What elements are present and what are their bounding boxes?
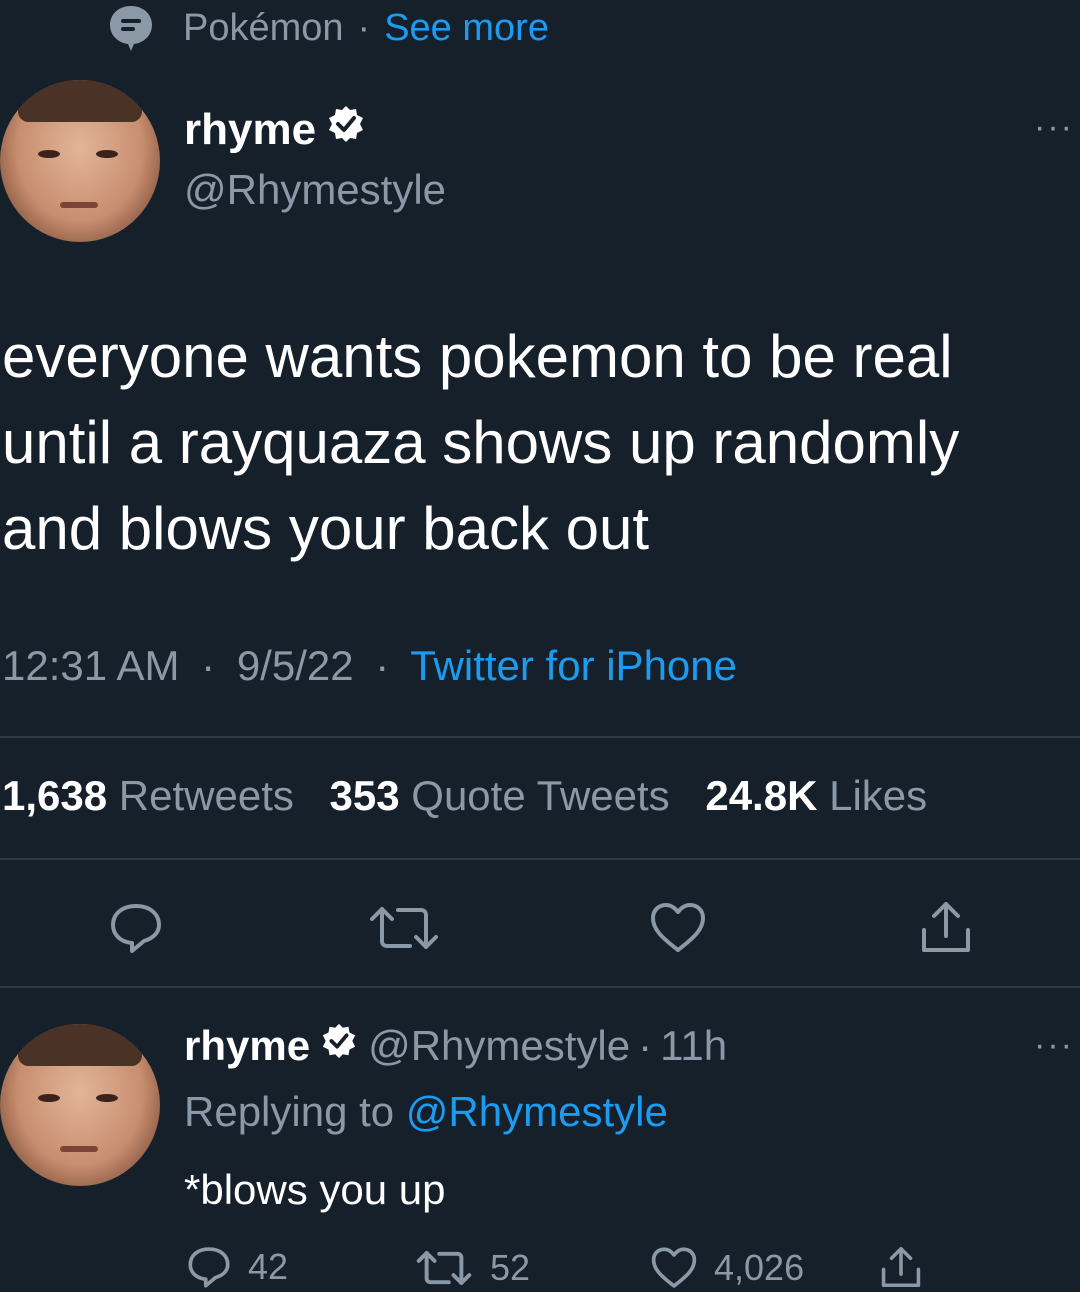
retweets-stat[interactable]: 1,638 Retweets <box>2 772 294 819</box>
replying-to: Replying to @Rhymestyle <box>184 1088 668 1136</box>
retweet-icon <box>370 907 438 949</box>
share-button[interactable] <box>914 896 978 958</box>
reply-avatar[interactable] <box>0 1024 160 1186</box>
topic-icon <box>108 4 154 52</box>
likes-count: 24.8K <box>705 772 818 819</box>
avatar[interactable] <box>0 80 160 242</box>
reply-separator: · <box>638 1022 653 1069</box>
author-display-name[interactable]: rhyme <box>184 105 316 155</box>
retweet-icon <box>416 1251 472 1285</box>
reply-age[interactable]: 11h <box>660 1022 727 1070</box>
engagement-stats: 1,638 Retweets 353 Quote Tweets 24.8K Li… <box>2 772 927 820</box>
tweet-text-line: until a rayquaza shows up randomly <box>2 409 960 476</box>
author-name-row: rhyme <box>184 104 366 155</box>
topic-separator: · <box>357 6 371 49</box>
divider <box>0 986 1080 988</box>
retweets-label: Retweets <box>118 772 294 819</box>
see-more-link[interactable]: See more <box>384 7 549 50</box>
like-button[interactable] <box>646 898 710 958</box>
likes-stat[interactable]: 24.8K Likes <box>705 772 927 819</box>
tweet-text-line: everyone wants pokemon to be real <box>2 323 953 390</box>
tweet-date[interactable]: 9/5/22 <box>237 642 354 689</box>
share-icon <box>881 1246 921 1287</box>
share-icon <box>922 902 970 952</box>
quote-tweets-stat[interactable]: 353 Quote Tweets <box>330 772 670 819</box>
reply-more-icon[interactable]: ··· <box>1034 1026 1074 1065</box>
reply-count: 42 <box>248 1246 289 1287</box>
reply-reply-button[interactable]: 42 <box>186 1242 288 1292</box>
meta-separator: · <box>375 642 390 689</box>
divider <box>0 736 1080 738</box>
quote-tweets-label: Quote Tweets <box>411 772 670 819</box>
reply-share-button[interactable] <box>876 1242 926 1291</box>
retweet-button[interactable] <box>364 898 444 958</box>
like-icon <box>651 1247 697 1288</box>
reply-author-row: rhyme @Rhymestyle · 11h <box>184 1022 727 1070</box>
reply-retweet-button[interactable]: 52 <box>414 1244 530 1292</box>
tweet-time[interactable]: 12:31 AM <box>2 642 179 689</box>
likes-label: Likes <box>829 772 928 819</box>
like-icon <box>651 903 705 952</box>
topic-row: Pokémon · See more <box>183 2 549 54</box>
verified-badge-icon <box>320 1022 358 1070</box>
divider <box>0 858 1080 860</box>
replying-to-label: Replying to <box>184 1088 395 1135</box>
tweet-text-line: and blows your back out <box>2 495 650 562</box>
reply-text: *blows you up <box>184 1166 446 1213</box>
reply-icon <box>111 904 161 953</box>
retweets-count: 1,638 <box>2 772 108 819</box>
topic-label[interactable]: Pokémon <box>183 7 344 50</box>
tweet-source-link[interactable]: Twitter for iPhone <box>410 642 737 689</box>
retweet-count: 52 <box>490 1247 531 1288</box>
tweet-text: everyone wants pokemon to be real until … <box>2 314 1062 572</box>
quote-tweets-count: 353 <box>329 772 400 819</box>
more-icon[interactable]: ··· <box>1034 108 1074 147</box>
reply-icon <box>188 1247 230 1288</box>
meta-separator: · <box>201 642 216 689</box>
author-handle[interactable]: @Rhymestyle <box>184 166 446 214</box>
reply-button[interactable] <box>104 898 168 958</box>
like-count: 4,026 <box>714 1247 805 1288</box>
tweet-meta: 12:31 AM · 9/5/22 · Twitter for iPhone <box>2 642 737 690</box>
reply-handle[interactable]: @Rhymestyle <box>368 1022 630 1070</box>
reply-like-button[interactable]: 4,026 <box>650 1244 804 1292</box>
replying-to-handle[interactable]: @Rhymestyle <box>406 1088 668 1135</box>
verified-badge-icon <box>326 104 366 155</box>
reply-display-name[interactable]: rhyme <box>184 1022 310 1070</box>
